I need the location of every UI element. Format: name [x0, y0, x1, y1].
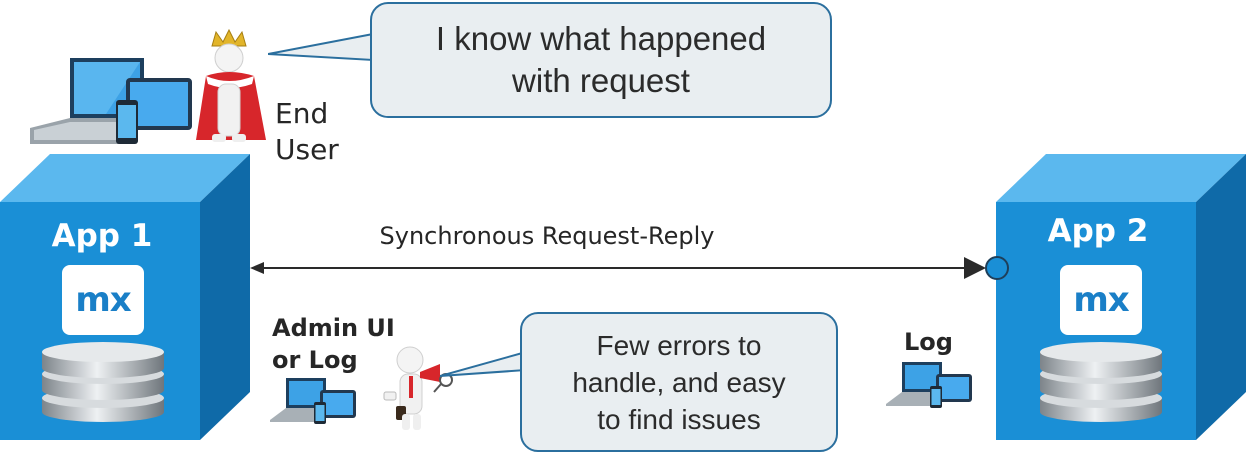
top-speech-bubble: I know what happened with request: [370, 2, 832, 118]
log-label: Log: [904, 328, 953, 356]
bottom-bubble-text: Few errors to handle, and easy to find i…: [572, 329, 786, 435]
port-circle-icon: [985, 256, 1009, 280]
devices-icon: [270, 378, 356, 424]
end-user-label-line1: End: [275, 97, 329, 130]
top-bubble-text: I know what happened with request: [435, 20, 767, 99]
admin-label-line2: or Log: [272, 346, 358, 374]
bubble-tail-bottom: [440, 350, 527, 377]
bubble-tail-top: [268, 32, 374, 62]
devices-icon: [30, 58, 192, 144]
app1-mx-logo: mx: [62, 265, 144, 335]
arrow-label: Synchronous Request-Reply: [379, 222, 715, 250]
admin-label-line1: Admin UI: [272, 314, 395, 342]
end-user-label-line2: User: [275, 133, 339, 166]
app1-title: App 1: [51, 218, 153, 254]
app2-title: App 2: [1047, 213, 1149, 249]
devices-icon: [886, 362, 972, 408]
database-icon: [1040, 342, 1162, 422]
request-reply-arrow: [250, 256, 1009, 280]
app2-mx-logo: mx: [1060, 265, 1142, 335]
king-icon: [196, 28, 266, 142]
database-icon: [42, 342, 164, 422]
bottom-speech-bubble: Few errors to handle, and easy to find i…: [520, 312, 838, 452]
